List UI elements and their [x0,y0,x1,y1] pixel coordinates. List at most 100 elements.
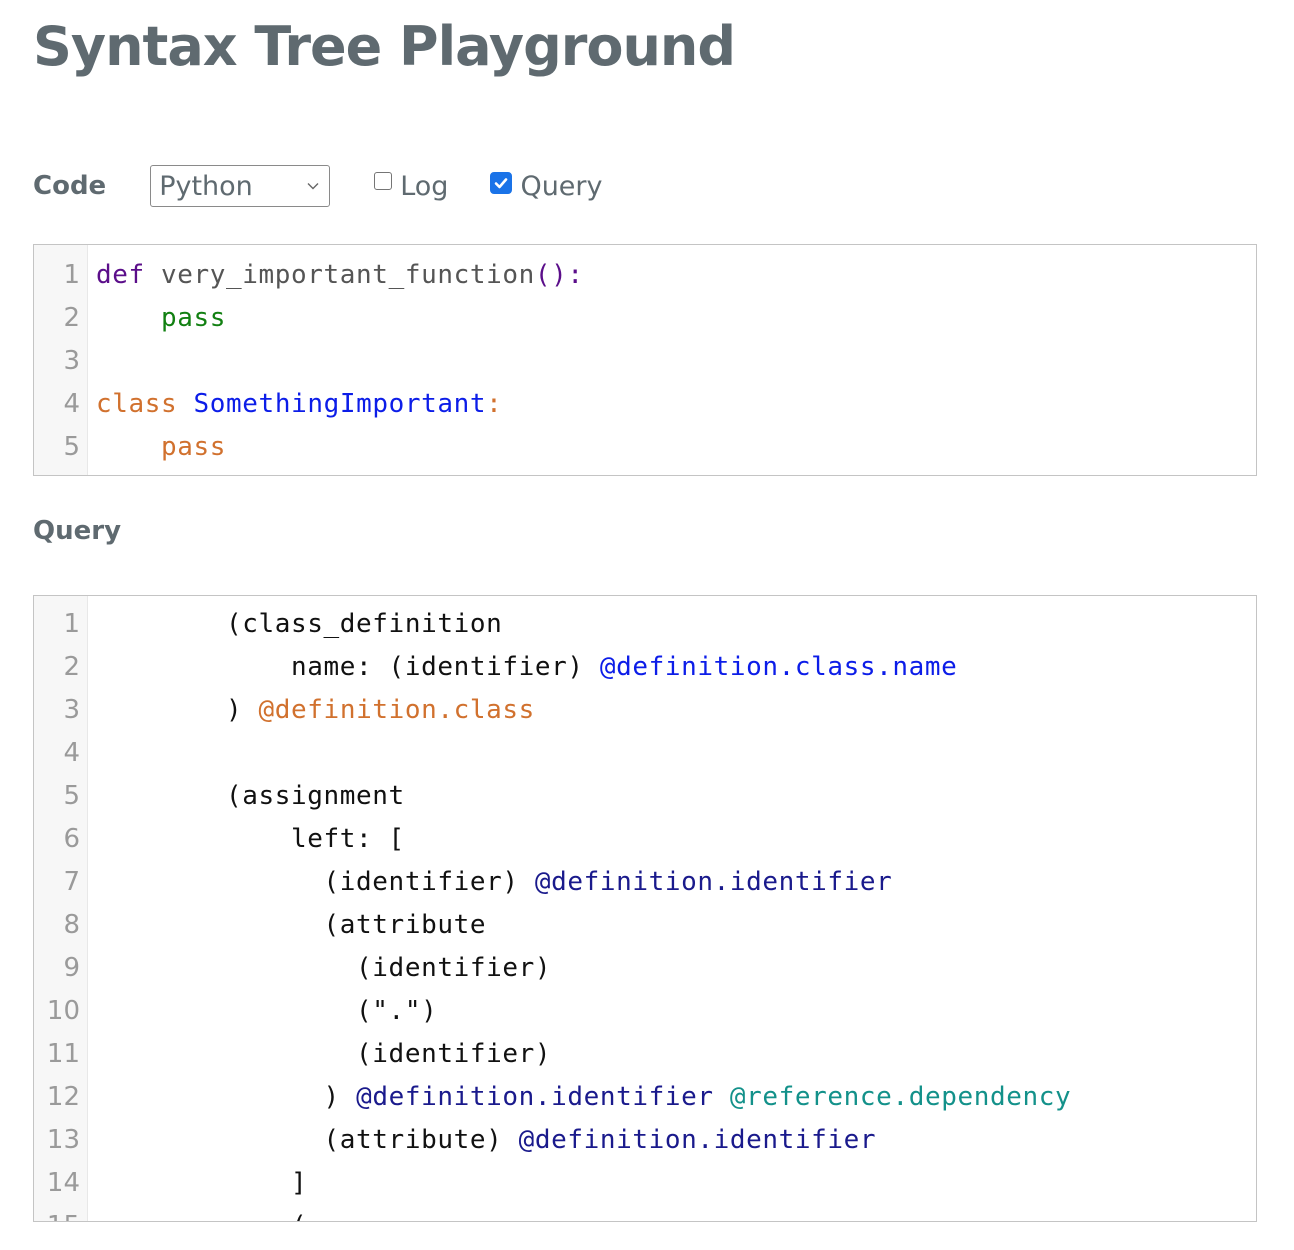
line-text: pass [88,303,226,333]
query-editor[interactable]: 1 (class_definition 2 name: (identifier) … [33,595,1257,1222]
code-token: @definition.class [258,694,535,725]
code-editor[interactable]: 1 def very_important_function(): 2 pass 3 4 c… [33,244,1257,476]
code-line[interactable]: 3 ) @definition.class [34,688,1256,731]
line-text: class SomethingImportant: [88,389,502,419]
line-number: 12 [46,1081,80,1112]
code-token: @definition.identifier [356,1081,714,1112]
code-line[interactable]: 7 (identifier) @definition.identifier [34,860,1256,903]
code-line[interactable]: 6 left: [ [34,817,1256,860]
line-text: def very_important_function(): [88,260,584,290]
query-checkbox[interactable] [490,172,513,194]
line-number: 4 [63,737,80,768]
code-line[interactable]: 13 (attribute) @definition.identifier [34,1118,1256,1161]
code-token: (class_definition [96,608,503,639]
code-line[interactable]: 12 ) @definition.identifier @reference.d… [34,1075,1256,1118]
line-number: 7 [63,866,80,897]
code-line[interactable]: 9 (identifier) [34,946,1256,989]
code-token: def [96,259,145,290]
line-text: name: (identifier) @definition.class.nam… [88,652,957,682]
page-title: Syntax Tree Playground [33,15,736,78]
code-line[interactable]: 1 def very_important_function(): [34,253,1256,296]
code-line[interactable]: 1 (class_definition [34,602,1256,645]
line-text: (attribute) @definition.identifier [88,1125,876,1155]
line-number: 4 [63,388,80,419]
code-token: : [486,388,503,419]
log-checkbox[interactable] [374,172,393,190]
line-text: pass [88,432,226,462]
line-number: 13 [46,1124,80,1155]
line-text: (assignment [88,781,405,811]
code-line[interactable]: 2 pass [34,296,1256,339]
line-number: 2 [63,302,80,333]
line-text: (identifier) [88,1039,551,1069]
code-line[interactable]: 3 [34,339,1256,382]
code-line[interactable]: 14 ] [34,1161,1256,1204]
language-select-value: Python [159,170,253,202]
code-token: very_important_function [144,259,535,290]
line-text: (identifier) [88,953,551,983]
line-text: (attribute [88,910,486,940]
line-text: left: [ [88,824,405,854]
code-line[interactable]: 2 name: (identifier) @definition.class.n… [34,645,1256,688]
code-token: (): [534,259,584,290]
line-text: ] [88,1168,307,1198]
chevron-down-icon [307,183,319,190]
code-token: pass [161,431,227,462]
code-line[interactable]: 4 [34,731,1256,774]
line-text: ( [88,1211,307,1222]
query-checkbox-toggle[interactable]: Query [490,171,603,202]
line-number: 15 [34,1211,88,1222]
code-token: name: (identifier) [96,651,600,682]
line-number: 8 [63,909,80,940]
query-editor-lines[interactable]: 1 (class_definition 2 name: (identifier) … [34,602,1256,1222]
line-number: 14 [46,1167,80,1198]
editor-toolbar: Code Python Log Query [33,164,603,208]
line-number: 2 [63,651,80,682]
line-text: (".") [88,996,437,1026]
log-checkbox-label: Log [400,170,449,202]
code-token: @definition.identifier [534,866,893,897]
line-number: 3 [63,694,80,725]
line-number: 10 [46,995,80,1026]
log-checkbox-toggle[interactable]: Log [374,171,448,202]
code-token: class [96,388,178,419]
code-line[interactable]: 8 (attribute [34,903,1256,946]
code-token: (attribute) [96,1124,519,1155]
code-line[interactable]: 5 (assignment [34,774,1256,817]
code-token: (identifier) [96,952,552,983]
code-token: @reference.dependency [729,1081,1072,1112]
line-text: (identifier) @definition.identifier [88,867,892,897]
line-number: 5 [63,780,80,811]
line-number: 5 [63,431,80,462]
line-text: (class_definition [88,609,502,639]
language-select[interactable]: Python [150,165,331,207]
code-token: (attribute [96,909,487,940]
code-line[interactable]: 15 ( [34,1204,1256,1222]
code-token: pass [161,302,227,333]
code-token: (assignment [96,780,405,811]
code-token: @definition.identifier [518,1124,877,1155]
code-line[interactable]: 11 (identifier) [34,1032,1256,1075]
checkmark-icon [495,178,508,189]
line-number: 11 [46,1038,80,1069]
code-token: (".") [96,995,438,1026]
line-text: ) @definition.identifier @reference.depe… [88,1082,1071,1112]
code-token: (identifier) [96,1038,552,1069]
code-line[interactable]: 10 (".") [34,989,1256,1032]
code-token: ] [96,1167,308,1198]
code-token: ) [96,1081,357,1112]
code-token: ) [96,694,259,725]
code-editor-lines[interactable]: 1 def very_important_function(): 2 pass 3 4 c… [34,253,1256,468]
code-section-label: Code [33,171,107,201]
line-text: ) @definition.class [88,695,535,725]
line-number: 9 [63,952,80,983]
code-line[interactable]: 5 pass [34,425,1256,468]
line-number: 6 [63,823,80,854]
code-token: @definition.class.name [599,651,958,682]
code-token: SomethingImportant [193,388,487,419]
code-line[interactable]: 4 class SomethingImportant: [34,382,1256,425]
